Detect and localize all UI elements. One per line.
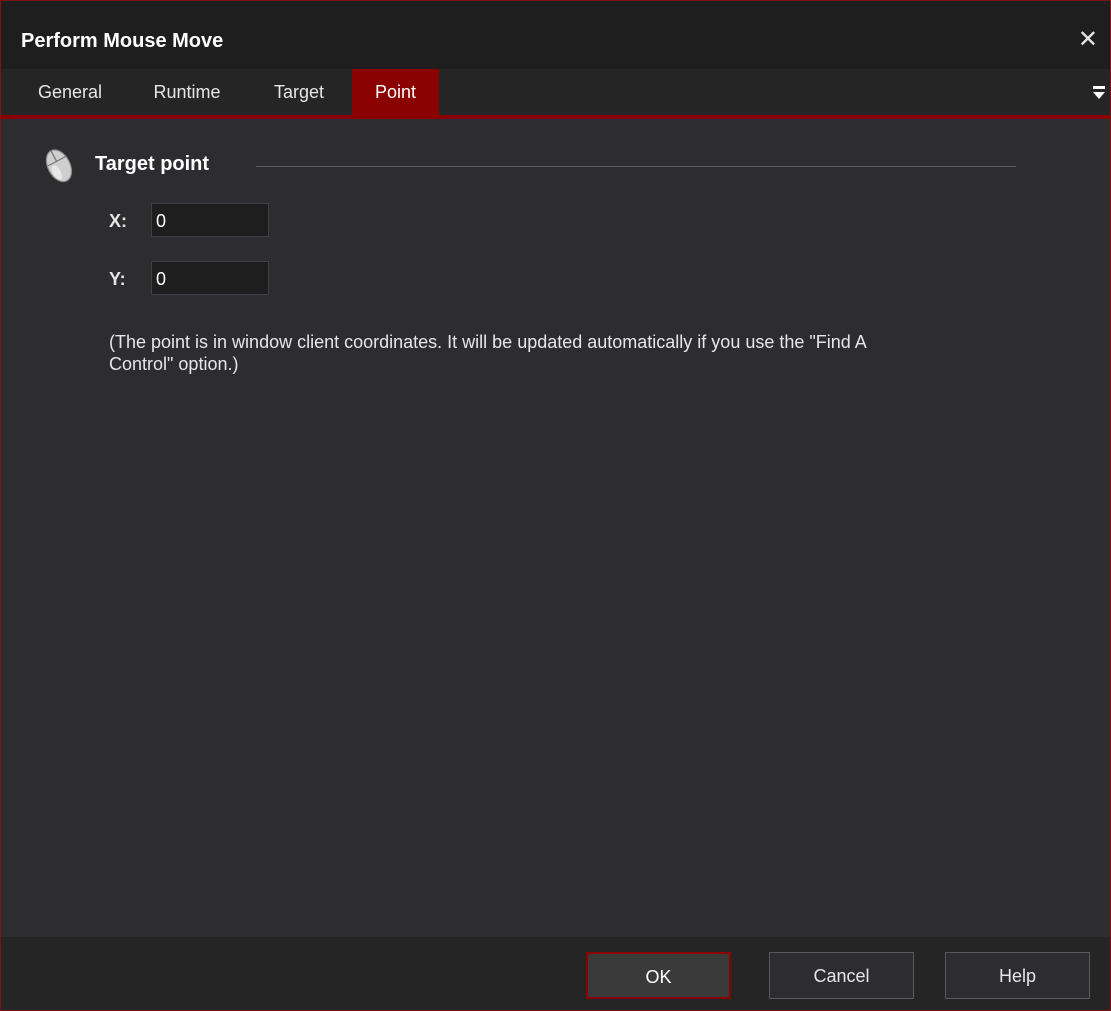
x-label: X: bbox=[109, 211, 127, 231]
section-divider bbox=[256, 166, 1016, 167]
tab-general[interactable]: General bbox=[23, 69, 117, 115]
ok-button[interactable]: OK bbox=[586, 952, 731, 999]
close-icon[interactable]: ✕ bbox=[1078, 25, 1098, 54]
tab-runtime[interactable]: Runtime bbox=[137, 69, 237, 115]
cancel-button[interactable]: Cancel bbox=[769, 952, 914, 999]
button-bar bbox=[1, 937, 1110, 1010]
tab-bar: General Runtime Target Point bbox=[1, 69, 1110, 119]
window-title: Perform Mouse Move bbox=[21, 30, 224, 52]
tab-point[interactable]: Point bbox=[352, 69, 439, 115]
help-button[interactable]: Help bbox=[945, 952, 1090, 999]
section-title: Target point bbox=[95, 153, 210, 175]
y-input[interactable]: 0 bbox=[151, 261, 269, 295]
coordinates-note: (The point is in window client coordinat… bbox=[109, 332, 866, 374]
title-bar: Perform Mouse Move ✕ bbox=[1, 1, 1110, 69]
x-input[interactable]: 0 bbox=[151, 203, 269, 237]
mouse-icon bbox=[45, 149, 73, 183]
y-label: Y: bbox=[109, 269, 126, 289]
tab-target[interactable]: Target bbox=[256, 69, 342, 115]
dialog-window: Perform Mouse Move ✕ General Runtime Tar… bbox=[0, 0, 1111, 1011]
dropdown-menu-icon[interactable] bbox=[1092, 83, 1106, 101]
